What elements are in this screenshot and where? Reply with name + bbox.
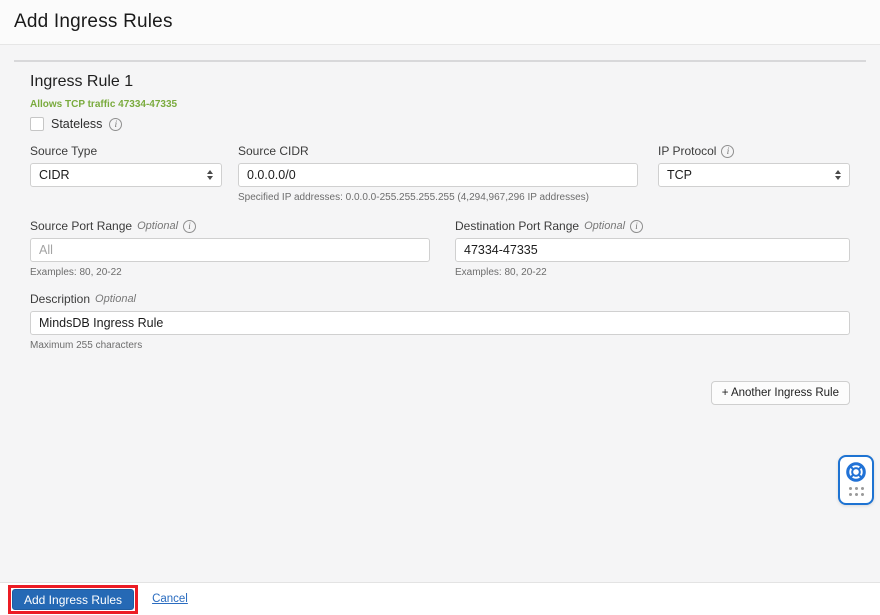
- optional-tag: Optional: [137, 220, 179, 232]
- ip-protocol-label: IP Protocol: [658, 144, 717, 158]
- source-port-range-helper: Examples: 80, 20-22: [30, 267, 122, 278]
- ip-protocol-select[interactable]: TCP: [658, 163, 850, 187]
- source-cidr-label: Source CIDR: [238, 144, 309, 158]
- description-helper: Maximum 255 characters: [30, 340, 143, 351]
- source-type-select[interactable]: CIDR: [30, 163, 222, 187]
- form-row-3: Description Optional Maximum 255 charact…: [30, 292, 850, 351]
- info-icon[interactable]: i: [109, 117, 123, 131]
- drag-handle-dots-icon[interactable]: [848, 487, 864, 496]
- source-type-label: Source Type: [30, 144, 98, 158]
- form-row-1: Source Type CIDR Source CIDR Specified I…: [30, 144, 850, 203]
- description-input[interactable]: [30, 311, 850, 335]
- info-icon[interactable]: i: [183, 219, 197, 233]
- annotation-highlight: Add Ingress Rules: [8, 584, 139, 614]
- chevron-up-down-icon: [835, 170, 841, 180]
- info-icon[interactable]: i: [630, 219, 644, 233]
- another-ingress-rule-button[interactable]: + Another Ingress Rule: [710, 381, 850, 405]
- ip-protocol-field: IP Protocol i TCP: [658, 144, 850, 203]
- stateless-row: Stateless i: [30, 117, 850, 131]
- source-port-range-field: Source Port Range Optional i Examples: 8…: [30, 219, 430, 278]
- ingress-rule-card: Ingress Rule 1 Allows TCP traffic 47334-…: [14, 60, 866, 405]
- source-cidr-input[interactable]: [238, 163, 638, 187]
- rule-heading: Ingress Rule 1: [30, 73, 134, 90]
- source-port-range-input[interactable]: [30, 238, 430, 262]
- lifebuoy-help-icon: [846, 462, 866, 482]
- add-ingress-rules-button[interactable]: Add Ingress Rules: [12, 588, 135, 610]
- destination-port-range-input[interactable]: [455, 238, 850, 262]
- description-label: Description: [30, 292, 91, 306]
- stateless-checkbox[interactable]: [30, 117, 44, 131]
- ip-protocol-value: TCP: [667, 168, 692, 182]
- rule-traffic-note: Allows TCP traffic 47334-47335: [30, 99, 178, 110]
- source-cidr-helper: Specified IP addresses: 0.0.0.0-255.255.…: [238, 192, 589, 203]
- optional-tag: Optional: [584, 220, 626, 232]
- page-title: Add Ingress Rules: [14, 11, 173, 32]
- main-content: Ingress Rule 1 Allows TCP traffic 47334-…: [0, 60, 880, 405]
- form-row-2: Source Port Range Optional i Examples: 8…: [30, 219, 850, 278]
- destination-port-range-field: Destination Port Range Optional i Exampl…: [455, 219, 850, 278]
- destination-port-range-label: Destination Port Range: [455, 219, 580, 233]
- chevron-up-down-icon: [207, 170, 213, 180]
- source-cidr-field: Source CIDR Specified IP addresses: 0.0.…: [238, 144, 638, 203]
- source-type-field: Source Type CIDR: [30, 144, 222, 203]
- another-rule-row: + Another Ingress Rule: [30, 381, 850, 405]
- destination-port-range-helper: Examples: 80, 20-22: [455, 267, 547, 278]
- description-field: Description Optional Maximum 255 charact…: [30, 292, 850, 351]
- footer-action-bar: Add Ingress Rules Cancel: [0, 582, 880, 615]
- page-header: Add Ingress Rules: [0, 0, 880, 45]
- optional-tag: Optional: [95, 293, 137, 305]
- cancel-link[interactable]: Cancel: [152, 593, 188, 605]
- source-type-value: CIDR: [39, 168, 70, 182]
- info-icon[interactable]: i: [721, 144, 735, 158]
- help-widget[interactable]: [838, 455, 874, 505]
- stateless-label: Stateless: [51, 117, 103, 131]
- source-port-range-label: Source Port Range: [30, 219, 133, 233]
